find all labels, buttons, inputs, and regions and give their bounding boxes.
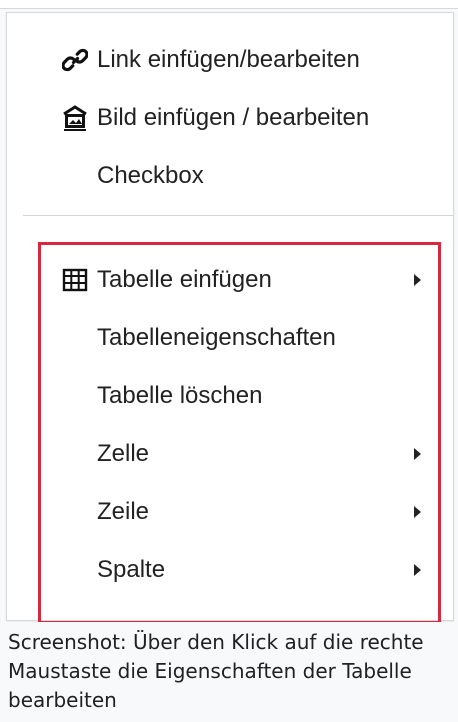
link-icon <box>53 47 97 73</box>
menu-item-image[interactable]: Bild einfügen / bearbeiten <box>7 89 453 147</box>
caption: Screenshot: Über den Klick auf die recht… <box>0 622 458 722</box>
menu-divider <box>23 215 453 216</box>
screenshot-figure: Link einfügen/bearbeiten Bild einfügen /… <box>0 0 458 722</box>
image-icon <box>53 104 97 132</box>
menu-item-checkbox[interactable]: Checkbox <box>7 147 453 205</box>
menu-item-label: Link einfügen/bearbeiten <box>97 46 360 73</box>
menu-item-label: Checkbox <box>97 162 204 189</box>
caption-text: Screenshot: Über den Klick auf die recht… <box>8 630 424 712</box>
context-menu: Link einfügen/bearbeiten Bild einfügen /… <box>6 12 454 624</box>
table-options-highlight <box>38 242 441 624</box>
menu-item-label: Bild einfügen / bearbeiten <box>97 104 370 131</box>
menu-item-link[interactable]: Link einfügen/bearbeiten <box>7 31 453 89</box>
